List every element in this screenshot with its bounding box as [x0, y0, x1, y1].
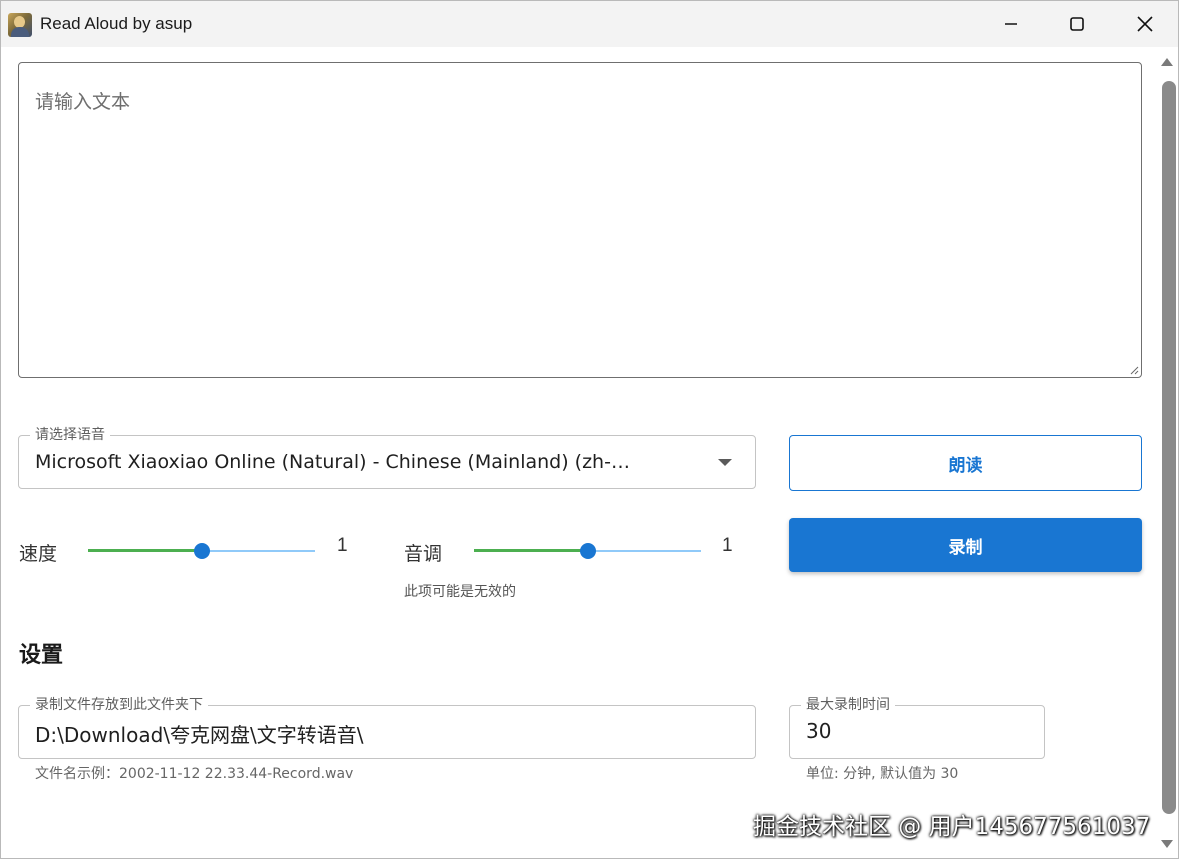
- app-window: Read Aloud by asup 请选择语音 Microsoft Xiaox…: [0, 0, 1179, 859]
- pitch-hint: 此项可能是无效的: [404, 584, 516, 600]
- pitch-slider-thumb[interactable]: [579, 543, 596, 559]
- max-record-time-label: 最大录制时间: [801, 696, 895, 714]
- max-record-time-field[interactable]: 最大录制时间 30: [789, 696, 1045, 759]
- text-input-container: [18, 62, 1142, 378]
- record-button[interactable]: 录制: [789, 518, 1142, 572]
- avatar-icon: [8, 13, 32, 37]
- maximize-icon: [1070, 17, 1084, 31]
- watermark: 掘金技术社区 @ 用户145677561037: [753, 814, 1151, 840]
- speed-slider-track: [88, 549, 202, 552]
- voice-select-label: 请选择语音: [30, 426, 110, 444]
- scroll-up-arrow-icon[interactable]: [1161, 58, 1173, 66]
- speed-value: 1: [337, 535, 348, 556]
- voice-select-value: Microsoft Xiaoxiao Online (Natural) - Ch…: [35, 451, 630, 473]
- chevron-down-icon: [718, 459, 732, 466]
- minimize-button[interactable]: [978, 1, 1044, 47]
- pitch-slider-track: [474, 549, 588, 552]
- speed-label: 速度: [19, 543, 58, 565]
- max-record-time-value: 30: [806, 719, 832, 743]
- record-folder-field[interactable]: 录制文件存放到此文件夹下 D:\Download\夸克网盘\文字转语音\: [18, 696, 756, 759]
- scrollbar-thumb[interactable]: [1162, 81, 1176, 814]
- pitch-value: 1: [722, 535, 733, 556]
- close-icon: [1137, 16, 1153, 32]
- maximize-button[interactable]: [1044, 1, 1110, 47]
- text-input[interactable]: [19, 63, 1141, 377]
- minimize-icon: [1005, 23, 1017, 25]
- resize-grip-icon[interactable]: [1129, 365, 1139, 375]
- record-folder-value: D:\Download\夸克网盘\文字转语音\: [35, 723, 364, 747]
- pitch-slider[interactable]: [474, 541, 701, 561]
- filename-example: 文件名示例：2002-11-12 22.33.44-Record.wav: [35, 766, 354, 782]
- title-bar[interactable]: Read Aloud by asup: [1, 1, 1178, 47]
- window-title: Read Aloud by asup: [40, 14, 193, 33]
- settings-title: 设置: [19, 643, 64, 668]
- max-record-time-helper: 单位: 分钟, 默认值为 30: [806, 766, 959, 782]
- speed-slider-thumb[interactable]: [193, 543, 210, 559]
- voice-select[interactable]: 请选择语音 Microsoft Xiaoxiao Online (Natural…: [18, 426, 756, 489]
- speed-slider[interactable]: [88, 541, 315, 561]
- pitch-label: 音调: [404, 543, 443, 565]
- close-button[interactable]: [1112, 1, 1178, 47]
- scroll-down-arrow-icon[interactable]: [1161, 840, 1173, 848]
- read-aloud-button[interactable]: 朗读: [789, 435, 1142, 491]
- record-folder-label: 录制文件存放到此文件夹下: [30, 696, 208, 714]
